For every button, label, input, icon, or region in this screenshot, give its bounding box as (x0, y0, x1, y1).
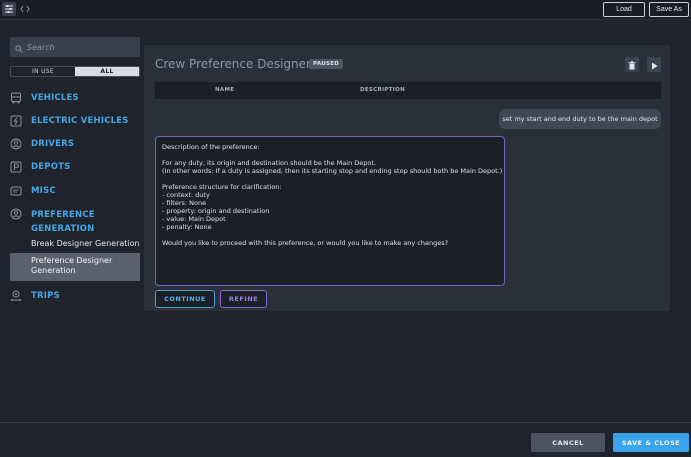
cancel-button[interactable]: CANCEL (531, 433, 605, 452)
lightning-icon (10, 115, 22, 127)
usage-filter-toggle: IN USE ALL (10, 66, 140, 77)
search-box[interactable] (10, 37, 140, 57)
sidebar-item-label: DEPOTS (31, 162, 71, 172)
save-as-button[interactable]: Save As (649, 2, 689, 17)
trash-icon (628, 55, 636, 74)
code-brackets-icon[interactable] (18, 2, 32, 16)
continue-button[interactable]: CONTINUE (155, 290, 215, 308)
message-line: - filters: None (162, 199, 207, 207)
page-title: Crew Preference Designer (155, 57, 311, 71)
user-chat-message: set my start and end duty to be the main… (499, 109, 661, 129)
sidebar-item-preference-generation[interactable]: PREFERENCE GENERATION (10, 208, 142, 236)
sidebar-item-label: DRIVERS (31, 139, 75, 149)
preference-designer-panel: Crew Preference Designer PAUSED NAME DES… (144, 45, 670, 311)
message-line: Description of the preference: (162, 143, 260, 151)
sidebar-item-label-group: PREFERENCE GENERATION (31, 208, 95, 236)
sidebar-subitem-preference-designer[interactable]: Preference Designer Generation (10, 253, 140, 281)
message-line: - value: Main Depot (162, 215, 226, 223)
filter-in-use-button[interactable]: IN USE (11, 67, 75, 76)
sidebar-item-misc[interactable]: MISC (10, 185, 142, 197)
status-badge: PAUSED (309, 59, 344, 69)
misc-icon (10, 185, 22, 197)
sidebar-item-label: MISC (31, 186, 56, 196)
person-icon (10, 138, 22, 150)
message-line: Preference structure for clarification: (162, 183, 282, 191)
sidebar-item-electric-vehicles[interactable]: ELECTRIC VEHICLES (10, 115, 142, 127)
settings-sliders-icon[interactable] (2, 2, 16, 16)
person-circle-icon (10, 208, 22, 220)
search-input[interactable] (27, 42, 127, 52)
sidebar-item-label: ELECTRIC VEHICLES (31, 116, 129, 126)
sidebar-item-trips[interactable]: TRIPS (10, 290, 142, 302)
filter-all-button[interactable]: ALL (75, 67, 139, 76)
message-line: (In other words: If a duty is assigned, … (162, 167, 503, 175)
bus-icon (10, 92, 22, 104)
sidebar-item-label-line2: GENERATION (31, 224, 95, 234)
refine-button[interactable]: REFINE (220, 290, 267, 308)
sidebar-item-label: TRIPS (31, 291, 60, 301)
preferences-table-header: NAME DESCRIPTION (155, 82, 661, 99)
column-header-name[interactable]: NAME (215, 87, 234, 93)
sidebar-item-vehicles[interactable]: VEHICLES (10, 92, 142, 104)
dialog-footer: CANCEL SAVE & CLOSE (0, 422, 691, 457)
assistant-chat-message: Description of the preference: For any d… (155, 136, 505, 286)
sidebar-subitem-label-line2: Generation (31, 266, 76, 275)
message-line: - property: origin and destination (162, 207, 270, 215)
sidebar-item-drivers[interactable]: DRIVERS (10, 138, 142, 150)
search-icon (15, 38, 23, 57)
top-toolbar: Load Save As (0, 0, 691, 20)
play-button[interactable] (647, 57, 661, 72)
sidebar-subitem-label: Preference Designer (31, 256, 113, 265)
parking-icon (10, 161, 22, 173)
route-icon (10, 290, 22, 302)
load-button[interactable]: Load (603, 2, 645, 17)
message-line: Would you like to proceed with this pref… (162, 239, 449, 247)
sidebar-item-depots[interactable]: DEPOTS (10, 161, 142, 173)
message-line: - penalty: None (162, 223, 212, 231)
sidebar-item-label: PREFERENCE (31, 210, 95, 220)
message-line: - context: duty (162, 191, 210, 199)
column-header-description[interactable]: DESCRIPTION (360, 87, 405, 93)
save-and-close-button[interactable]: SAVE & CLOSE (613, 433, 689, 452)
sidebar-subitem-break-designer[interactable]: Break Designer Generation (31, 239, 140, 248)
message-line: For any duty, its origin and destination… (162, 159, 377, 167)
play-icon (651, 55, 658, 74)
sidebar-item-label: VEHICLES (31, 93, 79, 103)
delete-button[interactable] (625, 57, 639, 72)
